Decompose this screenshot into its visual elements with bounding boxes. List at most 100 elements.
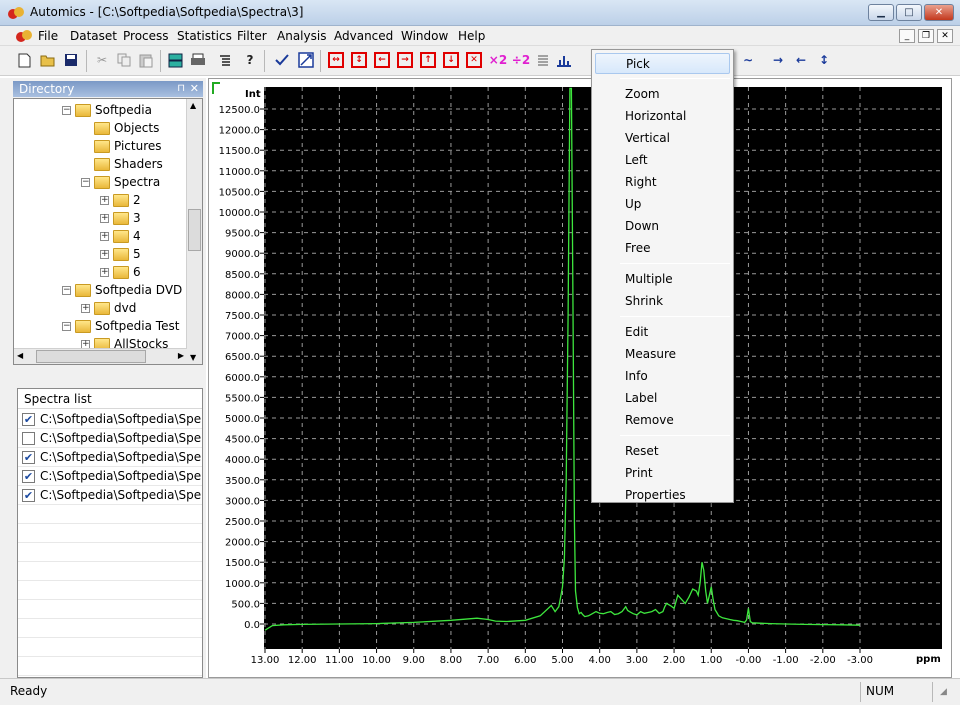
spectra-list-item[interactable]: C:\Softpedia\Softpedia\Spe... — [18, 429, 202, 448]
zoom-fit-icon[interactable] — [298, 52, 314, 68]
context-menu-shrink[interactable]: Shrink — [595, 291, 730, 312]
menu-dataset[interactable]: Dataset — [70, 29, 117, 43]
context-menu-vertical[interactable]: Vertical — [595, 128, 730, 149]
tree-expander-icon[interactable]: + — [81, 303, 90, 313]
tree-expander-icon[interactable]: + — [100, 249, 109, 259]
context-menu-reset[interactable]: Reset — [595, 441, 730, 462]
expand-horizontal-icon[interactable]: ↔ — [328, 52, 344, 68]
menu-advanced[interactable]: Advanced — [334, 29, 393, 43]
spectrum-chart[interactable]: 13.00 12.00 11.00 10.00 9.00 8.00 7.00 6.00 5.00… — [209, 79, 951, 677]
context-menu-up[interactable]: Up — [595, 194, 730, 215]
curve-icon[interactable]: ∼ — [740, 52, 756, 68]
tree-expander-icon[interactable]: − — [62, 105, 71, 115]
context-menu-zoom[interactable]: Zoom — [595, 84, 730, 105]
context-menu-down[interactable]: Down — [595, 216, 730, 237]
tree-expander-icon[interactable]: + — [100, 213, 109, 223]
spectrum-checkbox[interactable] — [22, 431, 35, 445]
context-menu-measure[interactable]: Measure — [595, 344, 730, 365]
arrow-right-icon[interactable]: → — [770, 52, 786, 68]
tree-expander-icon[interactable]: + — [100, 231, 109, 241]
scroll-down-icon[interactable]: ▼ — [190, 353, 196, 362]
peak-icon[interactable] — [556, 52, 572, 68]
scroll-up-icon[interactable]: ▲ — [190, 101, 196, 110]
check-icon[interactable] — [274, 52, 290, 68]
list-icon[interactable] — [217, 52, 233, 68]
menu-analysis[interactable]: Analysis — [277, 29, 326, 43]
tree-horizontal-scrollbar[interactable]: ◀ ▶ — [14, 348, 187, 364]
close-icon[interactable]: ✕ — [924, 4, 954, 21]
tree-expander-icon[interactable]: + — [100, 267, 109, 277]
spectrum-checkbox[interactable]: ✔ — [22, 488, 35, 502]
open-folder-icon[interactable] — [40, 52, 56, 68]
tree-node[interactable]: Objects — [81, 119, 159, 137]
spectrum-checkbox[interactable]: ✔ — [22, 469, 35, 483]
tree-node[interactable]: +4 — [100, 227, 141, 245]
minimize-icon[interactable]: ▁ — [868, 4, 894, 21]
zoom-full-icon[interactable]: ✕ — [466, 52, 482, 68]
pin-icon[interactable]: ⊓ — [177, 81, 185, 97]
layout-icon[interactable] — [167, 52, 183, 68]
text-list-icon[interactable] — [535, 52, 551, 68]
cut-icon[interactable]: ✂ — [94, 52, 110, 68]
copy-icon[interactable] — [116, 52, 132, 68]
save-icon[interactable] — [63, 52, 79, 68]
tree-expander-icon[interactable]: − — [81, 177, 90, 187]
spectra-list-item[interactable]: ✔ C:\Softpedia\Softpedia\Spe... — [18, 467, 202, 486]
arrow-left-icon[interactable]: ← — [793, 52, 809, 68]
spectrum-checkbox[interactable]: ✔ — [22, 412, 35, 426]
print-icon[interactable] — [190, 52, 206, 68]
scroll-thumb[interactable] — [188, 209, 201, 251]
context-menu-right[interactable]: Right — [595, 172, 730, 193]
scroll-right-icon[interactable]: ▶ — [178, 351, 184, 360]
divide-two-button[interactable]: ÷2 — [511, 52, 531, 68]
context-menu-horizontal[interactable]: Horizontal — [595, 106, 730, 127]
move-up-icon[interactable]: ↑ — [420, 52, 436, 68]
menu-filter[interactable]: Filter — [237, 29, 267, 43]
arrow-updown-icon[interactable]: ↕ — [816, 52, 832, 68]
resize-grip-icon[interactable]: ◢ — [940, 687, 947, 697]
tree-expander-icon[interactable]: − — [62, 321, 71, 331]
move-left-icon[interactable]: ← — [374, 52, 390, 68]
menu-statistics[interactable]: Statistics — [177, 29, 232, 43]
tree-node[interactable]: Pictures — [81, 137, 162, 155]
expand-vertical-icon[interactable]: ↕ — [351, 52, 367, 68]
tree-node[interactable]: +2 — [100, 191, 141, 209]
menu-process[interactable]: Process — [123, 29, 169, 43]
hscroll-thumb[interactable] — [36, 350, 146, 363]
help-icon[interactable]: ? — [242, 52, 258, 68]
directory-close-icon[interactable]: ✕ — [190, 81, 199, 97]
tree-node[interactable]: Shaders — [81, 155, 163, 173]
tree-node[interactable]: +5 — [100, 245, 141, 263]
context-menu-left[interactable]: Left — [595, 150, 730, 171]
mdi-minimize-icon[interactable]: _ — [899, 29, 915, 43]
spectrum-chart-window[interactable]: 13.00 12.00 11.00 10.00 9.00 8.00 7.00 6.00 5.00… — [208, 78, 952, 678]
tree-expander-icon[interactable]: + — [100, 195, 109, 205]
menu-window[interactable]: Window — [401, 29, 448, 43]
new-file-icon[interactable] — [16, 52, 32, 68]
context-menu-edit[interactable]: Edit — [595, 322, 730, 343]
tree-expander-icon[interactable]: − — [62, 285, 71, 295]
mdi-restore-icon[interactable]: ❐ — [918, 29, 934, 43]
context-menu-info[interactable]: Info — [595, 366, 730, 387]
context-menu-label[interactable]: Label — [595, 388, 730, 409]
mdi-close-icon[interactable]: ✕ — [937, 29, 953, 43]
tree-node[interactable]: − Softpedia Test — [62, 317, 179, 335]
spectrum-checkbox[interactable]: ✔ — [22, 450, 35, 464]
context-menu-print[interactable]: Print — [595, 463, 730, 484]
tree-node[interactable]: +3 — [100, 209, 141, 227]
context-menu-remove[interactable]: Remove — [595, 410, 730, 431]
tree-node[interactable]: − Softpedia DVD — [62, 281, 182, 299]
context-menu-pick[interactable]: Pick — [595, 53, 730, 74]
context-menu-properties[interactable]: Properties — [595, 485, 730, 506]
maximize-icon[interactable]: □ — [896, 4, 922, 21]
tree-node[interactable]: + dvd — [81, 299, 136, 317]
tree-node[interactable]: − Softpedia — [62, 101, 152, 119]
tree-node[interactable]: − Spectra — [81, 173, 160, 191]
move-right-icon[interactable]: → — [397, 52, 413, 68]
paste-icon[interactable] — [138, 52, 154, 68]
multiply-two-button[interactable]: ×2 — [488, 52, 508, 68]
tree-vertical-scrollbar[interactable]: ▲ ▼ — [186, 99, 202, 364]
spectra-list-item[interactable]: ✔ C:\Softpedia\Softpedia\Spe... — [18, 410, 202, 429]
spectra-list-item[interactable]: ✔ C:\Softpedia\Softpedia\Spe... — [18, 448, 202, 467]
context-menu-free[interactable]: Free — [595, 238, 730, 259]
